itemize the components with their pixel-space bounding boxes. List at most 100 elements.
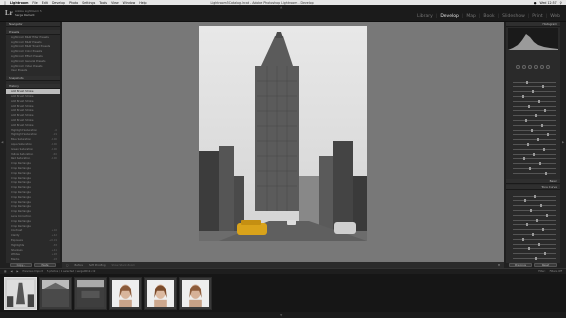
histogram-graph[interactable] [508, 28, 558, 50]
histogram-header[interactable]: Histogram [506, 22, 560, 27]
menu-item-tools[interactable]: Tools [99, 1, 107, 5]
slider-thumb[interactable] [534, 256, 537, 260]
loupe-view-icon[interactable]: ▢ [66, 264, 68, 267]
slider-track[interactable] [513, 109, 556, 113]
adjustment-slider[interactable] [510, 228, 556, 232]
adjustment-slider[interactable] [510, 256, 556, 260]
slider-thumb[interactable] [530, 128, 533, 132]
previous-button[interactable]: Previous [509, 263, 532, 267]
graduated-filter-icon[interactable] [534, 65, 538, 69]
adjustment-slider[interactable] [510, 99, 556, 103]
menu-item-help[interactable]: Help [139, 1, 146, 5]
module-map[interactable]: Map [466, 14, 476, 19]
adjustment-slider[interactable] [510, 104, 556, 108]
crop-tool-icon[interactable] [516, 65, 520, 69]
slider-thumb[interactable] [524, 118, 527, 122]
slider-thumb[interactable] [522, 237, 525, 241]
adjustment-slider[interactable] [510, 199, 556, 203]
slider-thumb[interactable] [544, 109, 547, 113]
slider-track[interactable] [513, 228, 556, 232]
slider-thumb[interactable] [532, 232, 535, 236]
toolbar-menu-icon[interactable]: ▼ [498, 264, 500, 267]
right-panel-toggle-icon[interactable]: ▶ [562, 140, 565, 144]
paste-button[interactable]: Paste [34, 263, 56, 267]
slider-track[interactable] [513, 247, 556, 251]
adjustment-slider[interactable] [510, 171, 556, 175]
red-eye-icon[interactable] [528, 65, 532, 69]
slider-thumb[interactable] [538, 242, 541, 246]
slider-thumb[interactable] [542, 85, 545, 89]
spot-removal-icon[interactable] [522, 65, 526, 69]
adjustment-slider[interactable] [510, 94, 556, 98]
slider-thumb[interactable] [528, 104, 531, 108]
main-photo-flatiron[interactable] [199, 26, 367, 241]
slider-thumb[interactable] [526, 80, 529, 84]
preset-folder[interactable]: User Presets [6, 69, 60, 74]
slider-track[interactable] [513, 128, 556, 132]
slider-track[interactable] [513, 118, 556, 122]
slider-track[interactable] [513, 80, 556, 84]
adjustment-slider[interactable] [510, 133, 556, 137]
slider-track[interactable] [513, 94, 556, 98]
left-panel-toggle-icon[interactable]: ◀ [1, 140, 4, 144]
before-after-label[interactable]: Before [74, 264, 82, 267]
image-canvas[interactable] [62, 22, 504, 263]
adjustment-slider[interactable] [510, 118, 556, 122]
slider-track[interactable] [513, 114, 556, 118]
adjustment-slider[interactable] [510, 194, 556, 198]
filmstrip-thumb-portrait-1[interactable] [109, 277, 142, 310]
slider-track[interactable] [513, 99, 556, 103]
top-collapse-arrow-icon[interactable]: ▲ [280, 5, 282, 9]
adjustment-slider[interactable] [510, 232, 556, 236]
adjustment-slider[interactable] [510, 147, 556, 151]
adjustment-slider[interactable] [510, 242, 556, 246]
basic-header[interactable]: Basic [506, 179, 560, 184]
slider-thumb[interactable] [522, 157, 525, 161]
slider-track[interactable] [513, 237, 556, 241]
slider-thumb[interactable] [530, 208, 533, 212]
filmstrip-thumb-portrait-2[interactable] [144, 277, 177, 310]
slider-track[interactable] [513, 90, 556, 94]
slider-thumb[interactable] [544, 171, 547, 175]
slider-track[interactable] [513, 213, 556, 217]
adjustment-slider[interactable] [510, 213, 556, 217]
menu-item-file[interactable]: File [32, 1, 37, 5]
filmstrip-thumb-portrait-3[interactable] [179, 277, 212, 310]
adjustment-slider[interactable] [510, 80, 556, 84]
module-book[interactable]: Book [483, 14, 494, 19]
adjustment-slider[interactable] [510, 166, 556, 170]
slider-thumb[interactable] [540, 204, 543, 208]
menu-clock[interactable]: Wed 12:57 [540, 1, 557, 5]
slider-track[interactable] [513, 242, 556, 246]
adjustment-slider[interactable] [510, 152, 556, 156]
slider-track[interactable] [513, 104, 556, 108]
back-arrow-icon[interactable]: ◀ [10, 270, 12, 273]
adjustment-slider[interactable] [510, 109, 556, 113]
wifi-icon[interactable]: ● [534, 1, 537, 5]
adjustment-brush-icon[interactable] [546, 65, 550, 69]
slider-track[interactable] [513, 232, 556, 236]
menu-item-develop[interactable]: Develop [52, 1, 65, 5]
slider-track[interactable] [513, 147, 556, 151]
menu-item-window[interactable]: Window [123, 1, 136, 5]
slider-track[interactable] [513, 123, 556, 127]
slider-thumb[interactable] [546, 133, 549, 137]
adjustment-slider[interactable] [510, 204, 556, 208]
module-print[interactable]: Print [532, 14, 542, 19]
slider-thumb[interactable] [538, 162, 541, 166]
slider-thumb[interactable] [536, 138, 539, 142]
slider-thumb[interactable] [528, 247, 531, 251]
slider-thumb[interactable] [538, 99, 541, 103]
slider-track[interactable] [513, 142, 556, 146]
slider-thumb[interactable] [524, 199, 527, 203]
menu-item-settings[interactable]: Settings [82, 1, 95, 5]
slider-thumb[interactable] [532, 152, 535, 156]
adjustment-slider[interactable] [510, 208, 556, 212]
tone-curve-header[interactable]: Tone Curve [506, 185, 560, 190]
grid-view-icon[interactable]: ▦ [4, 270, 6, 273]
slider-thumb[interactable] [542, 147, 545, 151]
show-stuck-zoom[interactable]: Show Stuck Zoom [112, 264, 135, 267]
reset-button[interactable]: Reset [534, 263, 557, 267]
slider-thumb[interactable] [534, 114, 537, 118]
slider-track[interactable] [513, 162, 556, 166]
